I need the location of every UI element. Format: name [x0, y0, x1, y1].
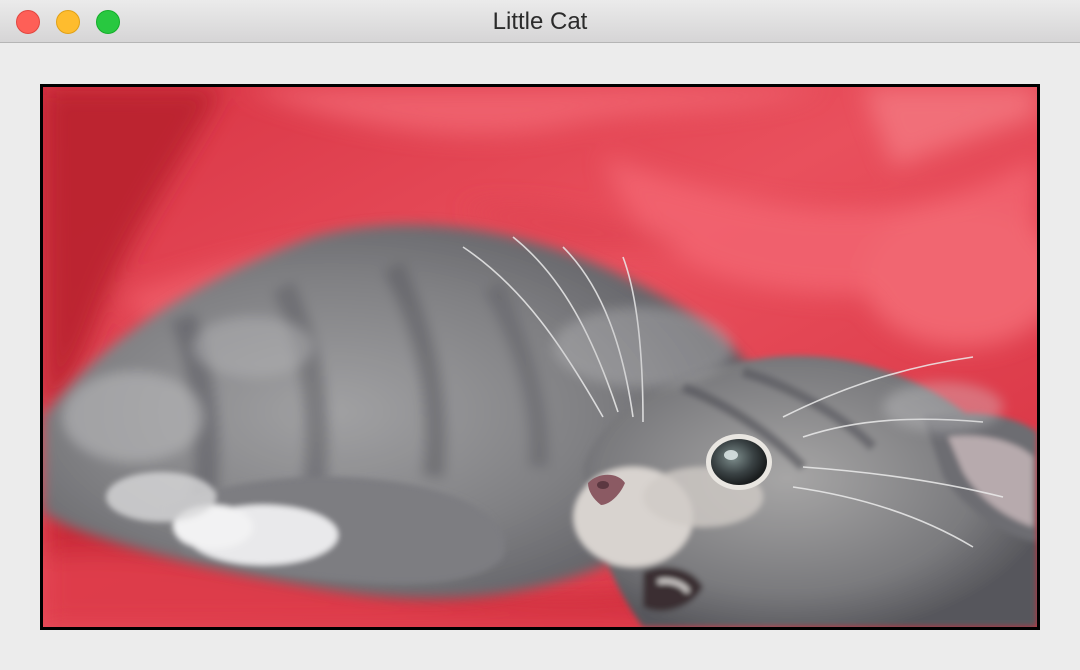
window-title: Little Cat	[492, 8, 588, 35]
app-window: Little Cat	[0, 0, 1080, 670]
title-bar[interactable]: Little Cat	[0, 0, 1080, 43]
kitten-photo	[43, 87, 1037, 627]
image-view	[40, 84, 1040, 630]
